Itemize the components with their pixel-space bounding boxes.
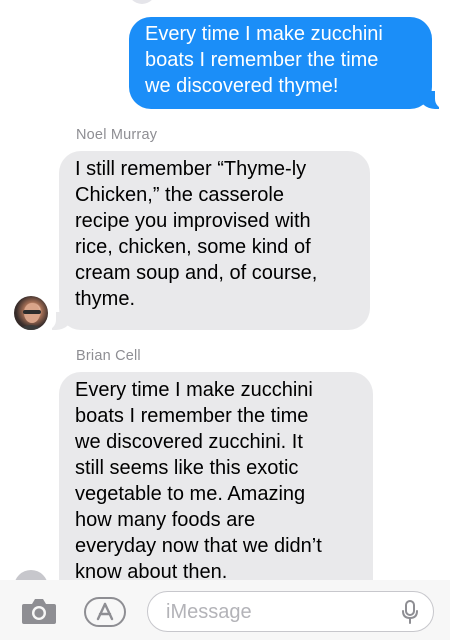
message-text: Every time I make zucchini boats I remem…: [75, 379, 322, 580]
input-placeholder: iMessage: [166, 601, 252, 623]
camera-icon: [22, 599, 56, 624]
bubble-tail: [42, 312, 72, 330]
microphone-icon[interactable]: [401, 600, 419, 624]
message-thread[interactable]: Every time I make zucchini boats I remem…: [0, 0, 450, 580]
app-store-icon: [96, 602, 114, 621]
imessage-input[interactable]: iMessage: [147, 591, 434, 632]
incoming-message-bubble[interactable]: I still remember “Thyme-ly Chicken,” the…: [42, 151, 370, 330]
messages-screen: Every time I make zucchini boats I remem…: [0, 0, 450, 640]
outgoing-message-bubble[interactable]: Every time I make zucchini boats I remem…: [129, 17, 449, 109]
previous-bubble-edge: [128, 0, 156, 4]
avatar[interactable]: [14, 296, 48, 330]
incoming-message-bubble[interactable]: Every time I make zucchini boats I remem…: [59, 372, 373, 580]
message-text: I still remember “Thyme-ly Chicken,” the…: [75, 158, 318, 310]
bubble-tail: [419, 91, 449, 109]
sender-name: Noel Murray: [76, 127, 158, 143]
sender-name: Brian Cell: [76, 348, 141, 364]
message-text: Every time I make zucchini boats I remem…: [145, 23, 383, 97]
camera-button[interactable]: [20, 596, 58, 626]
app-store-button[interactable]: [84, 597, 126, 627]
avatar-photo: [18, 303, 44, 330]
avatar[interactable]: [14, 570, 48, 580]
